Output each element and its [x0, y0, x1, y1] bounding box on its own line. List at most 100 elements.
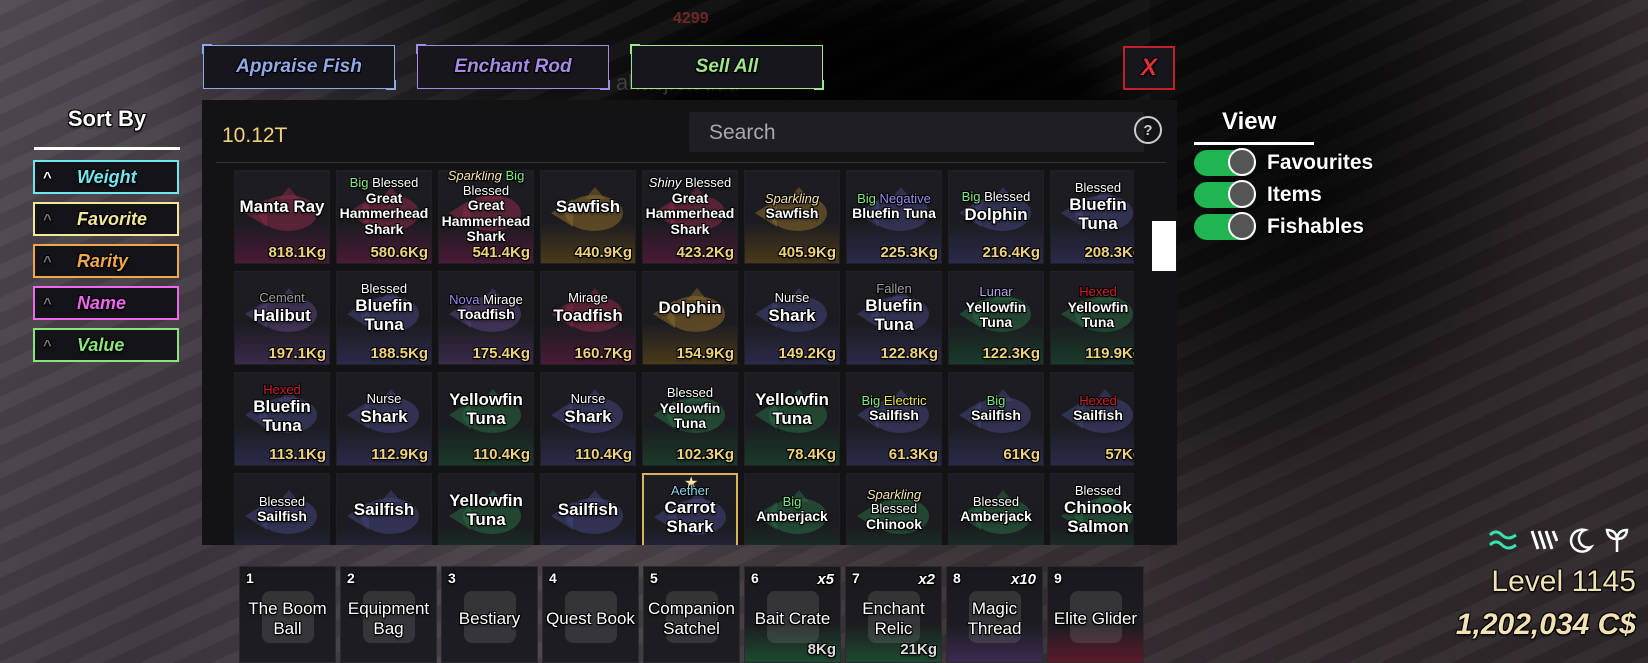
fish-card[interactable]: Nurse Shark 110.4Kg — [540, 372, 636, 466]
help-icon[interactable]: ? — [1134, 116, 1162, 144]
fish-card[interactable]: Nurse Shark 149.2Kg — [744, 271, 840, 365]
fish-modifier: Nova — [449, 291, 480, 307]
fish-modifiers: Nurse — [775, 290, 810, 306]
hotbar-slot-8[interactable]: 8 x10 Magic Thread — [946, 566, 1043, 663]
fish-card[interactable]: Manta Ray 818.1Kg — [234, 170, 330, 264]
fish-card[interactable]: Big Negative Bluefin Tuna 225.3Kg — [846, 170, 942, 264]
fish-card[interactable]: Blessed Bluefin Tuna 188.5Kg — [336, 271, 432, 365]
sort-rarity-button[interactable]: ^ Rarity — [33, 244, 179, 278]
fish-card[interactable]: Sparkling Sawfish 405.9Kg — [744, 170, 840, 264]
fish-modifier: Blessed — [1074, 179, 1122, 195]
fish-name: Dolphin — [658, 298, 722, 318]
fish-text: Nurse Shark — [337, 373, 431, 445]
fish-card[interactable]: Mirage Toadfish 160.7Kg — [540, 271, 636, 365]
fish-card[interactable]: Nova Mirage Toadfish 175.4Kg — [438, 271, 534, 365]
fish-name: Chinook — [866, 515, 922, 532]
hotbar-slot-1[interactable]: 1 The Boom Ball — [239, 566, 336, 663]
fish-text: Yellowfin Tuna — [439, 373, 533, 445]
fish-weight: 102.3Kg — [676, 446, 734, 463]
fish-card[interactable]: Cement Halibut 197.1Kg — [234, 271, 330, 365]
sort-favorite-button[interactable]: ^ Favorite — [33, 202, 179, 236]
fish-card[interactable]: Yellowfin Tuna 110.4Kg — [438, 372, 534, 466]
fish-modifiers: Fallen — [876, 280, 912, 297]
hotbar-slot-9[interactable]: 9 Elite Glider — [1047, 566, 1144, 663]
fish-card[interactable]: Fallen Bluefin Tuna 122.8Kg — [846, 271, 942, 365]
slot-weight: 8Kg — [807, 641, 836, 658]
fish-name: Sailfish — [869, 407, 919, 424]
fish-card[interactable]: HexedYellowfin Tuna119.9Kg — [1050, 271, 1134, 365]
fish-card[interactable]: Sailfish — [540, 473, 636, 545]
fish-modifiers: Shiny Blessed — [649, 175, 732, 191]
fish-card[interactable]: HexedSailfish57Kg — [1050, 372, 1134, 466]
fish-modifier: Blessed — [684, 175, 732, 191]
fish-name: Great Hammerhead Shark — [645, 189, 735, 238]
slot-quantity: x5 — [817, 571, 834, 588]
toggle-items[interactable] — [1194, 180, 1256, 208]
fish-modifiers: Blessed — [1075, 483, 1121, 499]
scrollbar-thumb[interactable] — [1152, 221, 1176, 271]
fish-weight: 405.9Kg — [778, 244, 836, 261]
fish-modifiers: Blessed — [361, 281, 407, 297]
sort-option-label: Favorite — [77, 208, 148, 229]
fish-modifier: Electric — [883, 392, 927, 408]
sort-option-label: Rarity — [77, 250, 129, 271]
fish-card[interactable]: Sparkling Blessed Chinook — [846, 473, 942, 545]
fish-card[interactable]: Sparkling Big Blessed Great Hammerhead Sh… — [438, 170, 534, 264]
sort-value-button[interactable]: ^ Value — [33, 328, 179, 362]
fish-text: Hexed Yellowfin Tuna — [1051, 272, 1134, 344]
chevron-up-icon: ^ — [43, 210, 52, 228]
hotbar-slot-4[interactable]: 4 Quest Book — [542, 566, 639, 663]
fish-card[interactable]: Dolphin 154.9Kg — [642, 271, 738, 365]
fish-modifier: Fallen — [876, 280, 912, 296]
fish-card[interactable]: Big Blessed Great Hammerhead Shark 580.6Kg — [336, 170, 432, 264]
fish-card[interactable]: Sawfish 440.9Kg — [540, 170, 636, 264]
sell-all-button[interactable]: Sell All — [630, 44, 824, 90]
fish-card[interactable]: Nurse Shark 112.9Kg — [336, 372, 432, 466]
sort-name-button[interactable]: ^ Name — [33, 286, 179, 320]
fish-weight: 175.4Kg — [472, 345, 530, 362]
rain-icon — [1530, 530, 1558, 550]
fish-card[interactable]: Big Blessed Dolphin 216.4Kg — [948, 170, 1044, 264]
fish-modifier: Sparkling — [866, 486, 922, 502]
fish-card[interactable]: Yellowfin Tuna 78.4Kg — [744, 372, 840, 466]
fish-card[interactable]: ★ Aether Carrot Shark — [642, 473, 738, 545]
slot-label: Enchant Relic — [862, 598, 925, 638]
sort-weight-button[interactable]: ^ Weight — [33, 160, 179, 194]
fish-card[interactable]: Yellowfin Tuna — [438, 473, 534, 545]
slot-quantity: x2 — [918, 571, 935, 588]
fish-card[interactable]: Big Electric Sailfish 61.3Kg — [846, 372, 942, 466]
toggle-favourites[interactable] — [1194, 148, 1256, 176]
fish-text: Sparkling Sawfish — [745, 171, 839, 243]
fish-card[interactable]: Lunar Yellowfin Tuna 122.3Kg — [948, 271, 1044, 365]
fish-card[interactable]: BlessedBluefin Tuna208.3Kg — [1050, 170, 1134, 264]
fish-modifiers: Big Negative — [857, 191, 931, 207]
fish-card[interactable]: Blessed Sailfish — [234, 473, 330, 545]
search-input[interactable] — [689, 112, 1131, 154]
fish-modifiers: Big Blessed — [962, 189, 1031, 205]
fish-card[interactable]: Blessed Amberjack — [948, 473, 1044, 545]
sort-option-label: Weight — [77, 166, 137, 187]
close-button[interactable]: X — [1123, 46, 1175, 90]
chevron-up-icon: ^ — [43, 336, 52, 354]
hotbar-slot-2[interactable]: 2 Equipment Bag — [340, 566, 437, 663]
appraise-fish-button[interactable]: Appraise Fish — [202, 44, 396, 90]
fish-card[interactable]: Blessed Yellowfin Tuna 102.3Kg — [642, 372, 738, 466]
fish-name: Chinook Salmon — [1064, 498, 1132, 537]
hotbar-slot-6[interactable]: 6 x5 Bait Crate 8Kg — [744, 566, 841, 663]
hotbar-slot-5[interactable]: 5 Companion Satchel — [643, 566, 740, 663]
fish-name: Bluefin Tuna — [355, 296, 413, 335]
fish-card[interactable]: Big Sailfish 61Kg — [948, 372, 1044, 466]
fish-card[interactable]: Big Amberjack — [744, 473, 840, 545]
enchant-rod-button[interactable]: Enchant Rod — [416, 44, 610, 90]
fish-card[interactable]: Hexed Bluefin Tuna 113.1Kg — [234, 372, 330, 466]
fish-card[interactable]: Blessed Chinook Salmon — [1050, 473, 1134, 545]
fish-card[interactable]: Shiny Blessed Great Hammerhead Shark 423.2… — [642, 170, 738, 264]
hotbar-slot-7[interactable]: 7 x2 Enchant Relic 21Kg — [845, 566, 942, 663]
hotbar-slot-3[interactable]: 3 Bestiary — [441, 566, 538, 663]
fish-card[interactable]: Sailfish — [336, 473, 432, 545]
fish-modifiers: Mirage — [568, 290, 608, 306]
fish-modifiers: Blessed — [667, 385, 713, 401]
fish-name: Yellowfin Tuna — [449, 389, 523, 428]
toggle-fishables[interactable] — [1194, 212, 1256, 240]
fish-modifiers: Blessed — [1074, 179, 1122, 196]
